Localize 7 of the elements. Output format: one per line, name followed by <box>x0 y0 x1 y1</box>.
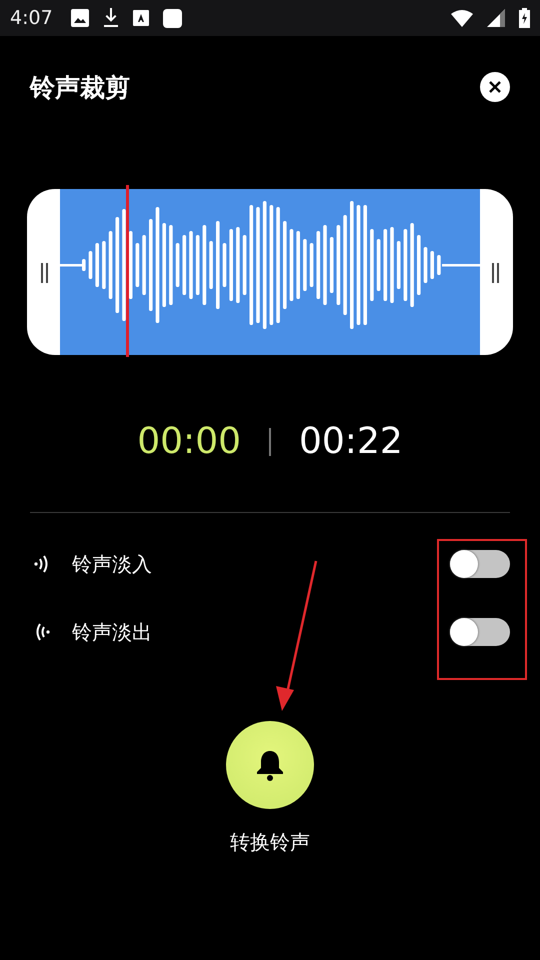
start-time: 00:00 <box>137 421 241 462</box>
end-time: 00:22 <box>299 421 403 462</box>
convert-label: 转换铃声 <box>230 829 310 856</box>
status-time: 4:07 <box>10 7 53 29</box>
page-title: 铃声裁剪 <box>30 72 130 104</box>
option-label: 铃声淡入 <box>72 550 153 578</box>
option-label: 铃声淡出 <box>72 618 153 646</box>
